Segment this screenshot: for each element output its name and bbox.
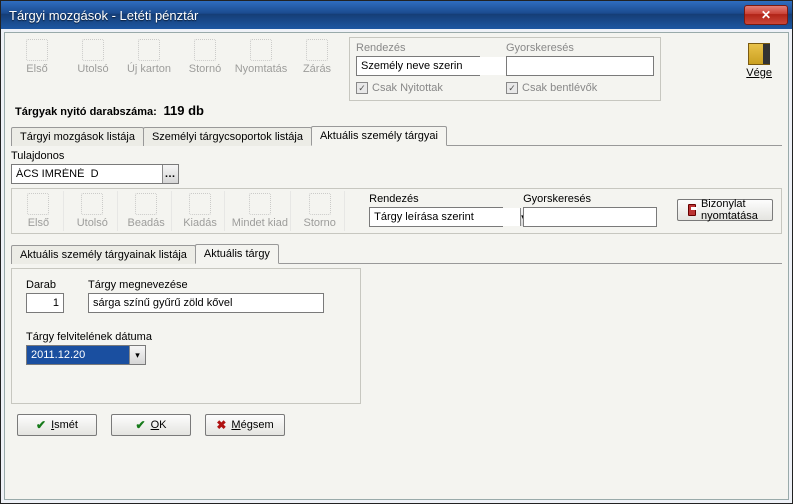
door-icon — [748, 43, 770, 65]
only-open-checkbox[interactable]: ✓ Csak Nyitottak — [356, 82, 480, 94]
window: Tárgyi mozgások - Letéti pénztár ✕ Vége … — [0, 0, 793, 504]
print-icon — [250, 39, 272, 61]
print-receipt-label: Bizonylat nyomtatása — [701, 198, 762, 222]
checkbox-checked-icon: ✓ — [356, 82, 368, 94]
sub-toolbar: Első Utolsó Beadás Kiadás Mindet kiad St… — [11, 188, 782, 234]
close-icon: ✕ — [761, 8, 771, 22]
bottom-button-bar: ✔ Ismét ✔ OK ✖ Mégsem — [11, 404, 782, 446]
window-close-button[interactable]: ✕ — [744, 5, 788, 25]
first-icon — [27, 193, 49, 215]
sub-storno-button[interactable]: Storno — [295, 191, 345, 231]
current-item-form: Darab Tárgy megnevezése Tárgy felvitelén… — [11, 268, 361, 404]
item-date-label: Tárgy felvitelének dátuma — [26, 331, 346, 343]
deposit-button[interactable]: Beadás — [122, 191, 172, 231]
repeat-button[interactable]: ✔ Ismét — [17, 414, 97, 436]
print-label: Nyomtatás — [235, 63, 288, 75]
close-button[interactable]: Zárás — [291, 39, 343, 95]
double-minus-icon — [249, 193, 271, 215]
storno-icon — [194, 39, 216, 61]
count-line: Tárgyak nyitó darabszáma: 119 db — [11, 101, 782, 124]
last-icon — [81, 193, 103, 215]
item-name-input[interactable] — [88, 293, 324, 313]
qty-input[interactable] — [26, 293, 64, 313]
sub-sort-value[interactable] — [370, 208, 520, 226]
withdraw-label: Kiadás — [183, 217, 217, 229]
sub-first-button[interactable]: Első — [14, 191, 64, 231]
withdraw-all-label: Mindet kiad — [232, 217, 288, 229]
check-icon: ✔ — [136, 418, 146, 432]
sub-storno-label: Storno — [303, 217, 335, 229]
quicksearch-input[interactable] — [506, 56, 654, 76]
new-card-icon — [138, 39, 160, 61]
title-bar: Tárgyi mozgások - Letéti pénztár ✕ — [1, 1, 792, 29]
repeat-label: Ismét — [51, 419, 78, 431]
item-name-label: Tárgy megnevezése — [88, 279, 324, 291]
sort-select[interactable]: ▾ — [356, 56, 480, 76]
cancel-label: Mégsem — [231, 419, 273, 431]
main-tabs: Tárgyi mozgások listája Személyi tárgycs… — [11, 124, 782, 146]
item-date-picker[interactable]: 2011.12.20 ▾ — [26, 345, 146, 365]
item-date-value: 2011.12.20 — [27, 346, 129, 364]
sub-sort-label: Rendezés — [369, 193, 503, 205]
storno-label: Stornó — [189, 63, 221, 75]
exit-button[interactable]: Vége — [746, 43, 772, 79]
sort-label: Rendezés — [356, 42, 480, 54]
check-icon: ✔ — [36, 418, 46, 432]
last-button[interactable]: Utolsó — [67, 39, 119, 95]
tab-current-items-list[interactable]: Aktuális személy tárgyainak listája — [11, 245, 196, 264]
sub-quicksearch-label: Gyorskeresés — [523, 193, 657, 205]
sub-last-label: Utolsó — [77, 217, 108, 229]
owner-input[interactable] — [12, 165, 162, 183]
last-label: Utolsó — [77, 63, 108, 75]
cancel-button[interactable]: ✖ Mégsem — [205, 414, 285, 436]
minus-icon — [189, 193, 211, 215]
sub-sort-select[interactable]: ▾ — [369, 207, 503, 227]
cross-icon: ✖ — [216, 418, 226, 432]
tab-movements-list[interactable]: Tárgyi mozgások listája — [11, 127, 144, 146]
new-card-button[interactable]: Új karton — [123, 39, 175, 95]
ok-button[interactable]: ✔ OK — [111, 414, 191, 436]
tab-current-item[interactable]: Aktuális tárgy — [195, 244, 279, 264]
print-receipt-button[interactable]: Bizonylat nyomtatása — [677, 199, 773, 221]
top-sort-box: Rendezés ▾ ✓ Csak Nyitottak Gyorskeresés — [349, 37, 661, 101]
only-open-label: Csak Nyitottak — [372, 82, 443, 94]
plus-icon — [135, 193, 157, 215]
first-button[interactable]: Első — [11, 39, 63, 95]
owner-label: Tulajdonos — [11, 150, 782, 162]
withdraw-button[interactable]: Kiadás — [176, 191, 226, 231]
ok-label: OK — [151, 419, 167, 431]
exit-label: Vége — [746, 67, 772, 79]
quicksearch-label: Gyorskeresés — [506, 42, 654, 54]
close-label: Zárás — [303, 63, 331, 75]
printer-icon — [688, 204, 696, 216]
last-icon — [82, 39, 104, 61]
top-toolbar: Első Utolsó Új karton Stornó Nyomtatás Z… — [11, 37, 343, 101]
ellipsis-icon[interactable]: … — [162, 165, 178, 183]
owner-lookup[interactable]: … — [11, 164, 179, 184]
count-prefix: Tárgyak nyitó darabszáma: — [15, 106, 157, 118]
count-value: 119 db — [164, 103, 204, 118]
storno-button[interactable]: Stornó — [179, 39, 231, 95]
qty-label: Darab — [26, 279, 64, 291]
window-title: Tárgyi mozgások - Letéti pénztár — [9, 8, 742, 23]
new-card-label: Új karton — [127, 63, 171, 75]
only-inside-label: Csak bentlévők — [522, 82, 597, 94]
sub-last-button[interactable]: Utolsó — [68, 191, 118, 231]
inner-tabs: Aktuális személy tárgyainak listája Aktu… — [11, 242, 782, 264]
first-label: Első — [26, 63, 47, 75]
print-button[interactable]: Nyomtatás — [235, 39, 287, 95]
tab-current-person-items[interactable]: Aktuális személy tárgyai — [311, 126, 447, 146]
sort-select-value[interactable] — [357, 57, 507, 75]
sub-first-label: Első — [28, 217, 49, 229]
sub-quicksearch-input[interactable] — [523, 207, 657, 227]
deposit-label: Beadás — [127, 217, 164, 229]
checkbox-checked-icon: ✓ — [506, 82, 518, 94]
check-icon — [306, 39, 328, 61]
only-inside-checkbox[interactable]: ✓ Csak bentlévők — [506, 82, 654, 94]
chevron-down-icon: ▾ — [129, 346, 145, 364]
first-icon — [26, 39, 48, 61]
tab-personal-groups[interactable]: Személyi tárgycsoportok listája — [143, 127, 312, 146]
storno-icon — [309, 193, 331, 215]
withdraw-all-button[interactable]: Mindet kiad — [229, 191, 291, 231]
